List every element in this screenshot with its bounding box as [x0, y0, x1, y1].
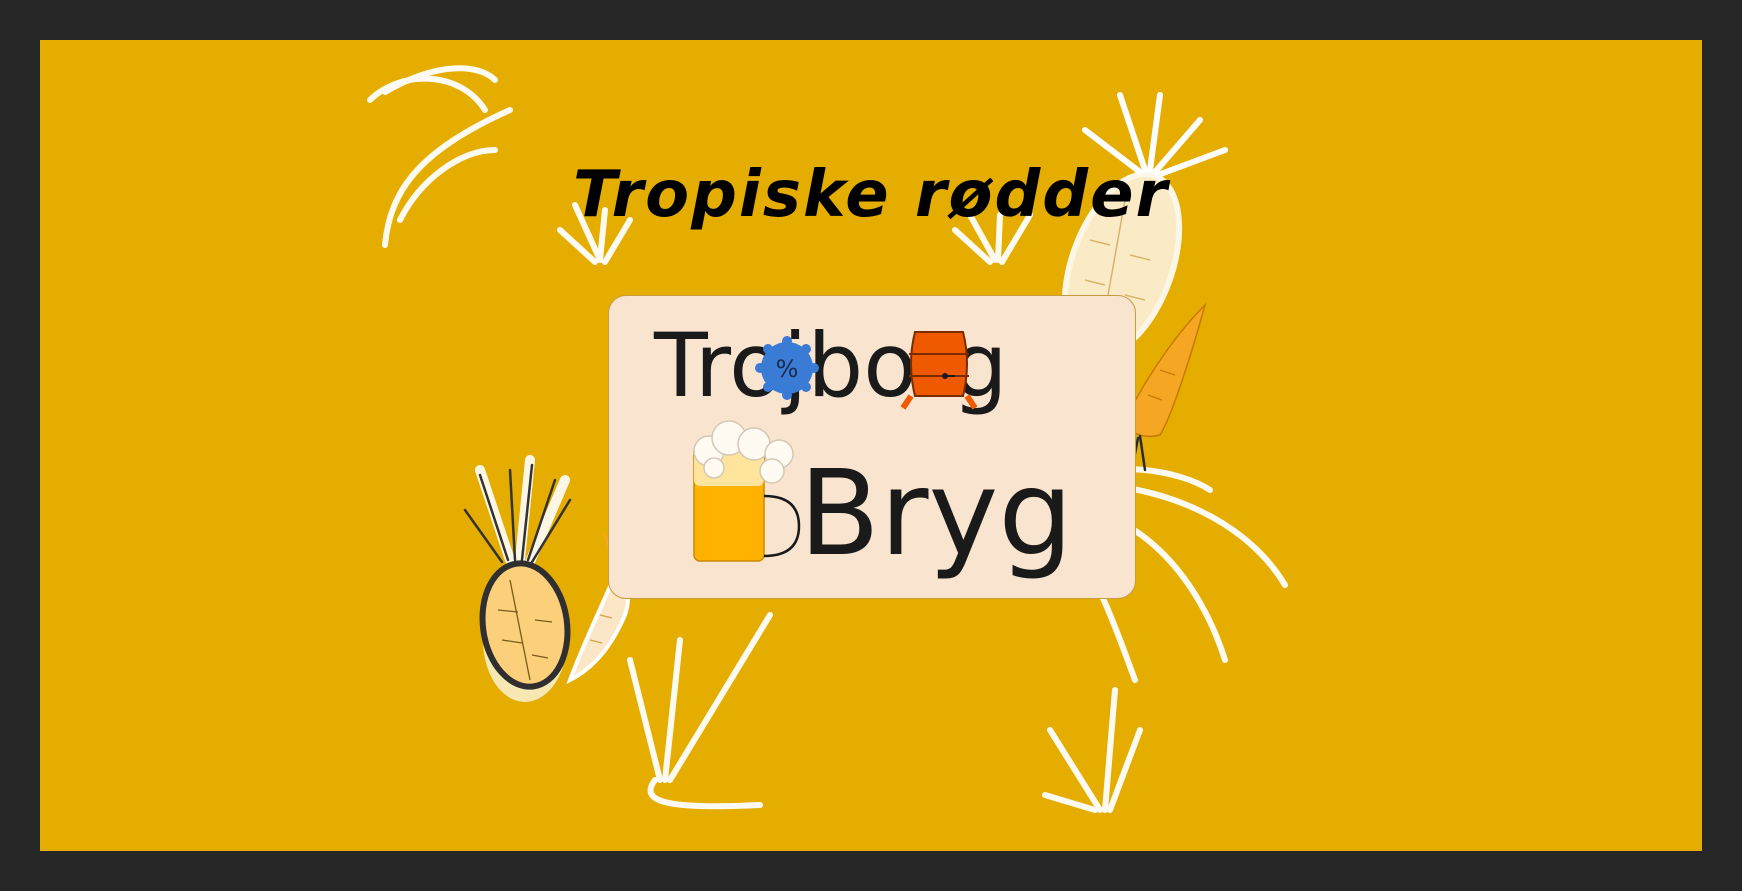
label-title: Tropiske rødder: [572, 158, 1170, 232]
logo-line2: Bryg: [799, 444, 1073, 582]
beer-mug-icon: [693, 420, 801, 562]
pineapple-icon: [463, 455, 572, 702]
leaf-sprout-icon: [1042, 687, 1143, 813]
beer-label: Tropiske rødder Trojborg % Bryg: [40, 40, 1702, 851]
brewery-logo: Trojborg % Bryg: [653, 314, 1073, 582]
logo-card: Trojborg % Bryg: [608, 295, 1136, 599]
bottle-cap-percent-icon: %: [755, 336, 819, 400]
svg-text:%: %: [776, 355, 799, 383]
leaf-sprout-icon: [627, 612, 773, 810]
